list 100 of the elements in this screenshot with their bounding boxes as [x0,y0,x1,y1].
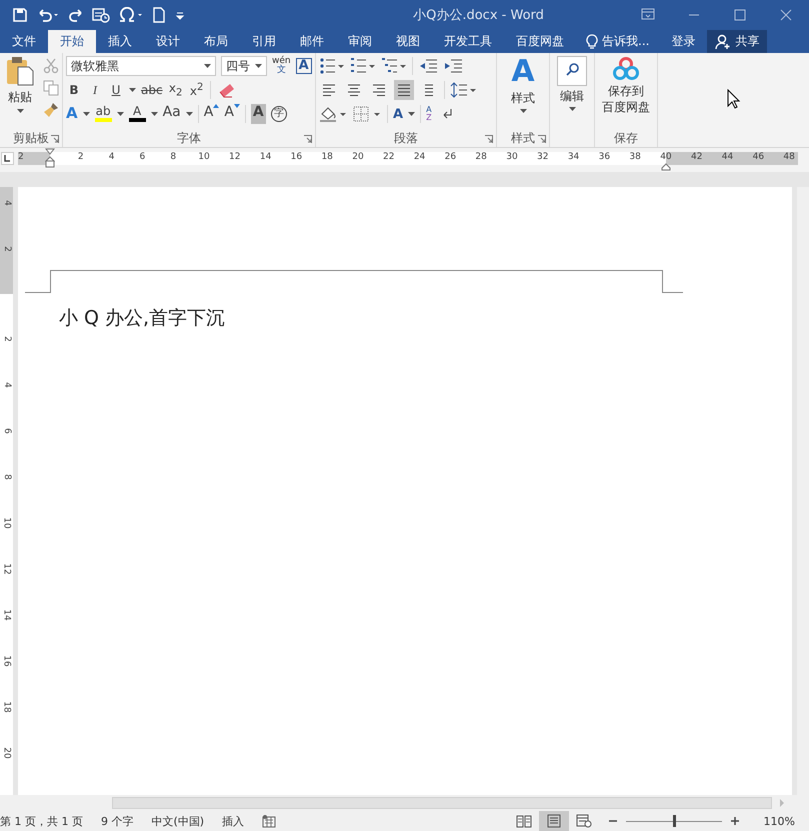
ruler-number: 4 [2,200,12,206]
font-effect-button[interactable]: A [224,104,240,124]
caret-icon [255,64,262,68]
group-label: 剪贴板 [13,130,49,146]
calendar-clock-icon[interactable] [92,7,110,23]
dialog-launcher-icon[interactable] [304,135,312,143]
character-border-button[interactable]: A [296,58,312,74]
save-to-cloud-button[interactable]: 保存到 百度网盘 [598,56,654,129]
chinese-layout-button[interactable]: A [393,106,404,122]
caret-icon[interactable] [150,112,158,116]
ribbon-tab[interactable]: 开始 [48,30,96,53]
font-effect-button[interactable]: A [128,104,146,124]
format-button[interactable]: I [87,82,103,98]
increase-indent-icon[interactable] [443,57,463,75]
indent-marker-icon[interactable] [661,163,671,171]
bullet-list-icon[interactable] [319,57,345,75]
share-button[interactable]: 共享 [707,30,768,53]
document-page[interactable]: 小 Q 办公,首字下沉 [18,187,792,795]
ribbon-tab[interactable]: 视图 [384,30,432,53]
ruler-number: 8 [2,474,12,480]
format-button[interactable]: U [108,83,124,97]
redo-icon[interactable] [68,7,84,23]
tell-me-link[interactable]: 告诉我... [602,33,650,50]
brush-icon[interactable] [43,102,59,118]
phonetic-guide-button[interactable]: wén 文 [272,57,291,75]
ruler-number: 48 [782,152,796,163]
font-effect-button[interactable]: ab [94,104,112,124]
vertical-ruler[interactable]: 4 2 2 4 6 8 10 12 14 16 18 20 [0,187,13,795]
format-button[interactable]: x$_{2}$ [168,81,184,99]
ruler-number: 46 [752,152,766,163]
styles-button[interactable]: A 样式 [500,56,546,129]
format-button[interactable]: abc [141,83,163,97]
paste-button[interactable]: 粘贴 [3,56,37,129]
tab-selector-icon[interactable] [1,152,14,165]
line-spacing-icon[interactable] [450,81,476,99]
dialog-launcher-icon[interactable] [485,135,493,143]
sort-button[interactable]: A Z [426,106,432,122]
group-label: 样式 [511,130,535,146]
align-button[interactable] [394,80,414,100]
horizontal-ruler[interactable]: 2 2 4 6 8 10 12 14 16 18 20 22 24 26 28 30 32 34 36 38 40 42 44 46 48 [18,148,798,172]
zoom-level[interactable]: 110% [764,814,795,828]
view-icon [516,814,532,828]
font-effect-button[interactable]: 字 [270,106,287,122]
ruler-number: 4 [108,152,116,163]
decrease-indent-icon[interactable] [418,57,438,75]
page-count[interactable]: 第 1 页，共 1 页 [0,814,83,828]
format-button[interactable]: B [66,83,82,97]
macro-recording-icon[interactable] [262,814,276,828]
language-indicator[interactable]: 中文(中国) [151,814,204,828]
ribbon-tab[interactable]: 引用 [240,30,288,53]
borders-icon[interactable] [352,105,382,123]
multilevel-list-icon[interactable] [381,57,407,75]
up-triangle-icon [213,104,220,108]
ruler-number: 20 [351,152,365,163]
ribbon-tab[interactable]: 百度网盘 [504,30,576,53]
font-effect-button[interactable]: Aa [162,104,181,124]
word-count[interactable]: 9 个字 [100,814,134,828]
ruler-number: 28 [474,152,488,163]
caret-icon[interactable] [116,112,124,116]
ruler-number: 12 [2,563,12,575]
numbered-list-icon[interactable] [350,57,376,75]
dialog-launcher-icon[interactable] [51,135,59,143]
clipboard-icon [6,56,34,86]
ribbon-tab[interactable]: 布局 [192,30,240,53]
new-document-icon[interactable] [152,7,166,23]
ruler-number: 32 [536,152,550,163]
ribbon-tab[interactable]: 设计 [144,30,192,53]
view-button[interactable] [538,811,569,831]
ruler-number: 2 [76,152,85,163]
dialog-launcher-icon[interactable] [538,135,546,143]
editing-button[interactable]: 编辑 [553,56,591,129]
ribbon-tab[interactable]: 文件 [0,30,48,53]
save-icon[interactable] [12,7,28,23]
caret-icon[interactable] [82,112,90,116]
caret-icon[interactable] [186,112,193,116]
ribbon-tab[interactable]: 插入 [96,30,144,53]
ruler-number: 22 [382,152,396,163]
insert-mode-indicator[interactable]: 插入 [222,814,244,828]
ribbon-tab[interactable]: 开发工具 [432,30,504,53]
group-label: 保存 [614,130,638,146]
font-effect-button[interactable]: A [204,104,220,124]
mouse-pointer-icon [726,89,740,109]
font-effect-button[interactable]: A [66,104,78,124]
ruler-number: 26 [444,152,458,163]
sign-in-button[interactable]: 登录 [663,30,704,53]
document-text: 小 Q 办公,首字下沉 [59,306,226,331]
ribbon-tab[interactable]: 审阅 [336,30,384,53]
omega-icon[interactable] [118,7,144,23]
horizontal-scrollbar[interactable] [112,797,772,809]
font-effect-button[interactable]: A [250,104,266,124]
caret-icon[interactable] [129,88,136,92]
font-size-field[interactable]: 四号 [221,56,267,76]
caret-icon[interactable] [408,112,416,116]
ribbon-tab[interactable]: 邮件 [288,30,336,53]
zoom-in-icon[interactable] [730,816,740,826]
font-name-field[interactable]: 微软雅黑 [66,56,216,76]
shading-bucket-icon[interactable] [319,105,347,123]
format-button[interactable]: x$^{2}$ [188,82,205,98]
align-lines-icon [321,83,337,97]
view-icon [576,814,592,828]
